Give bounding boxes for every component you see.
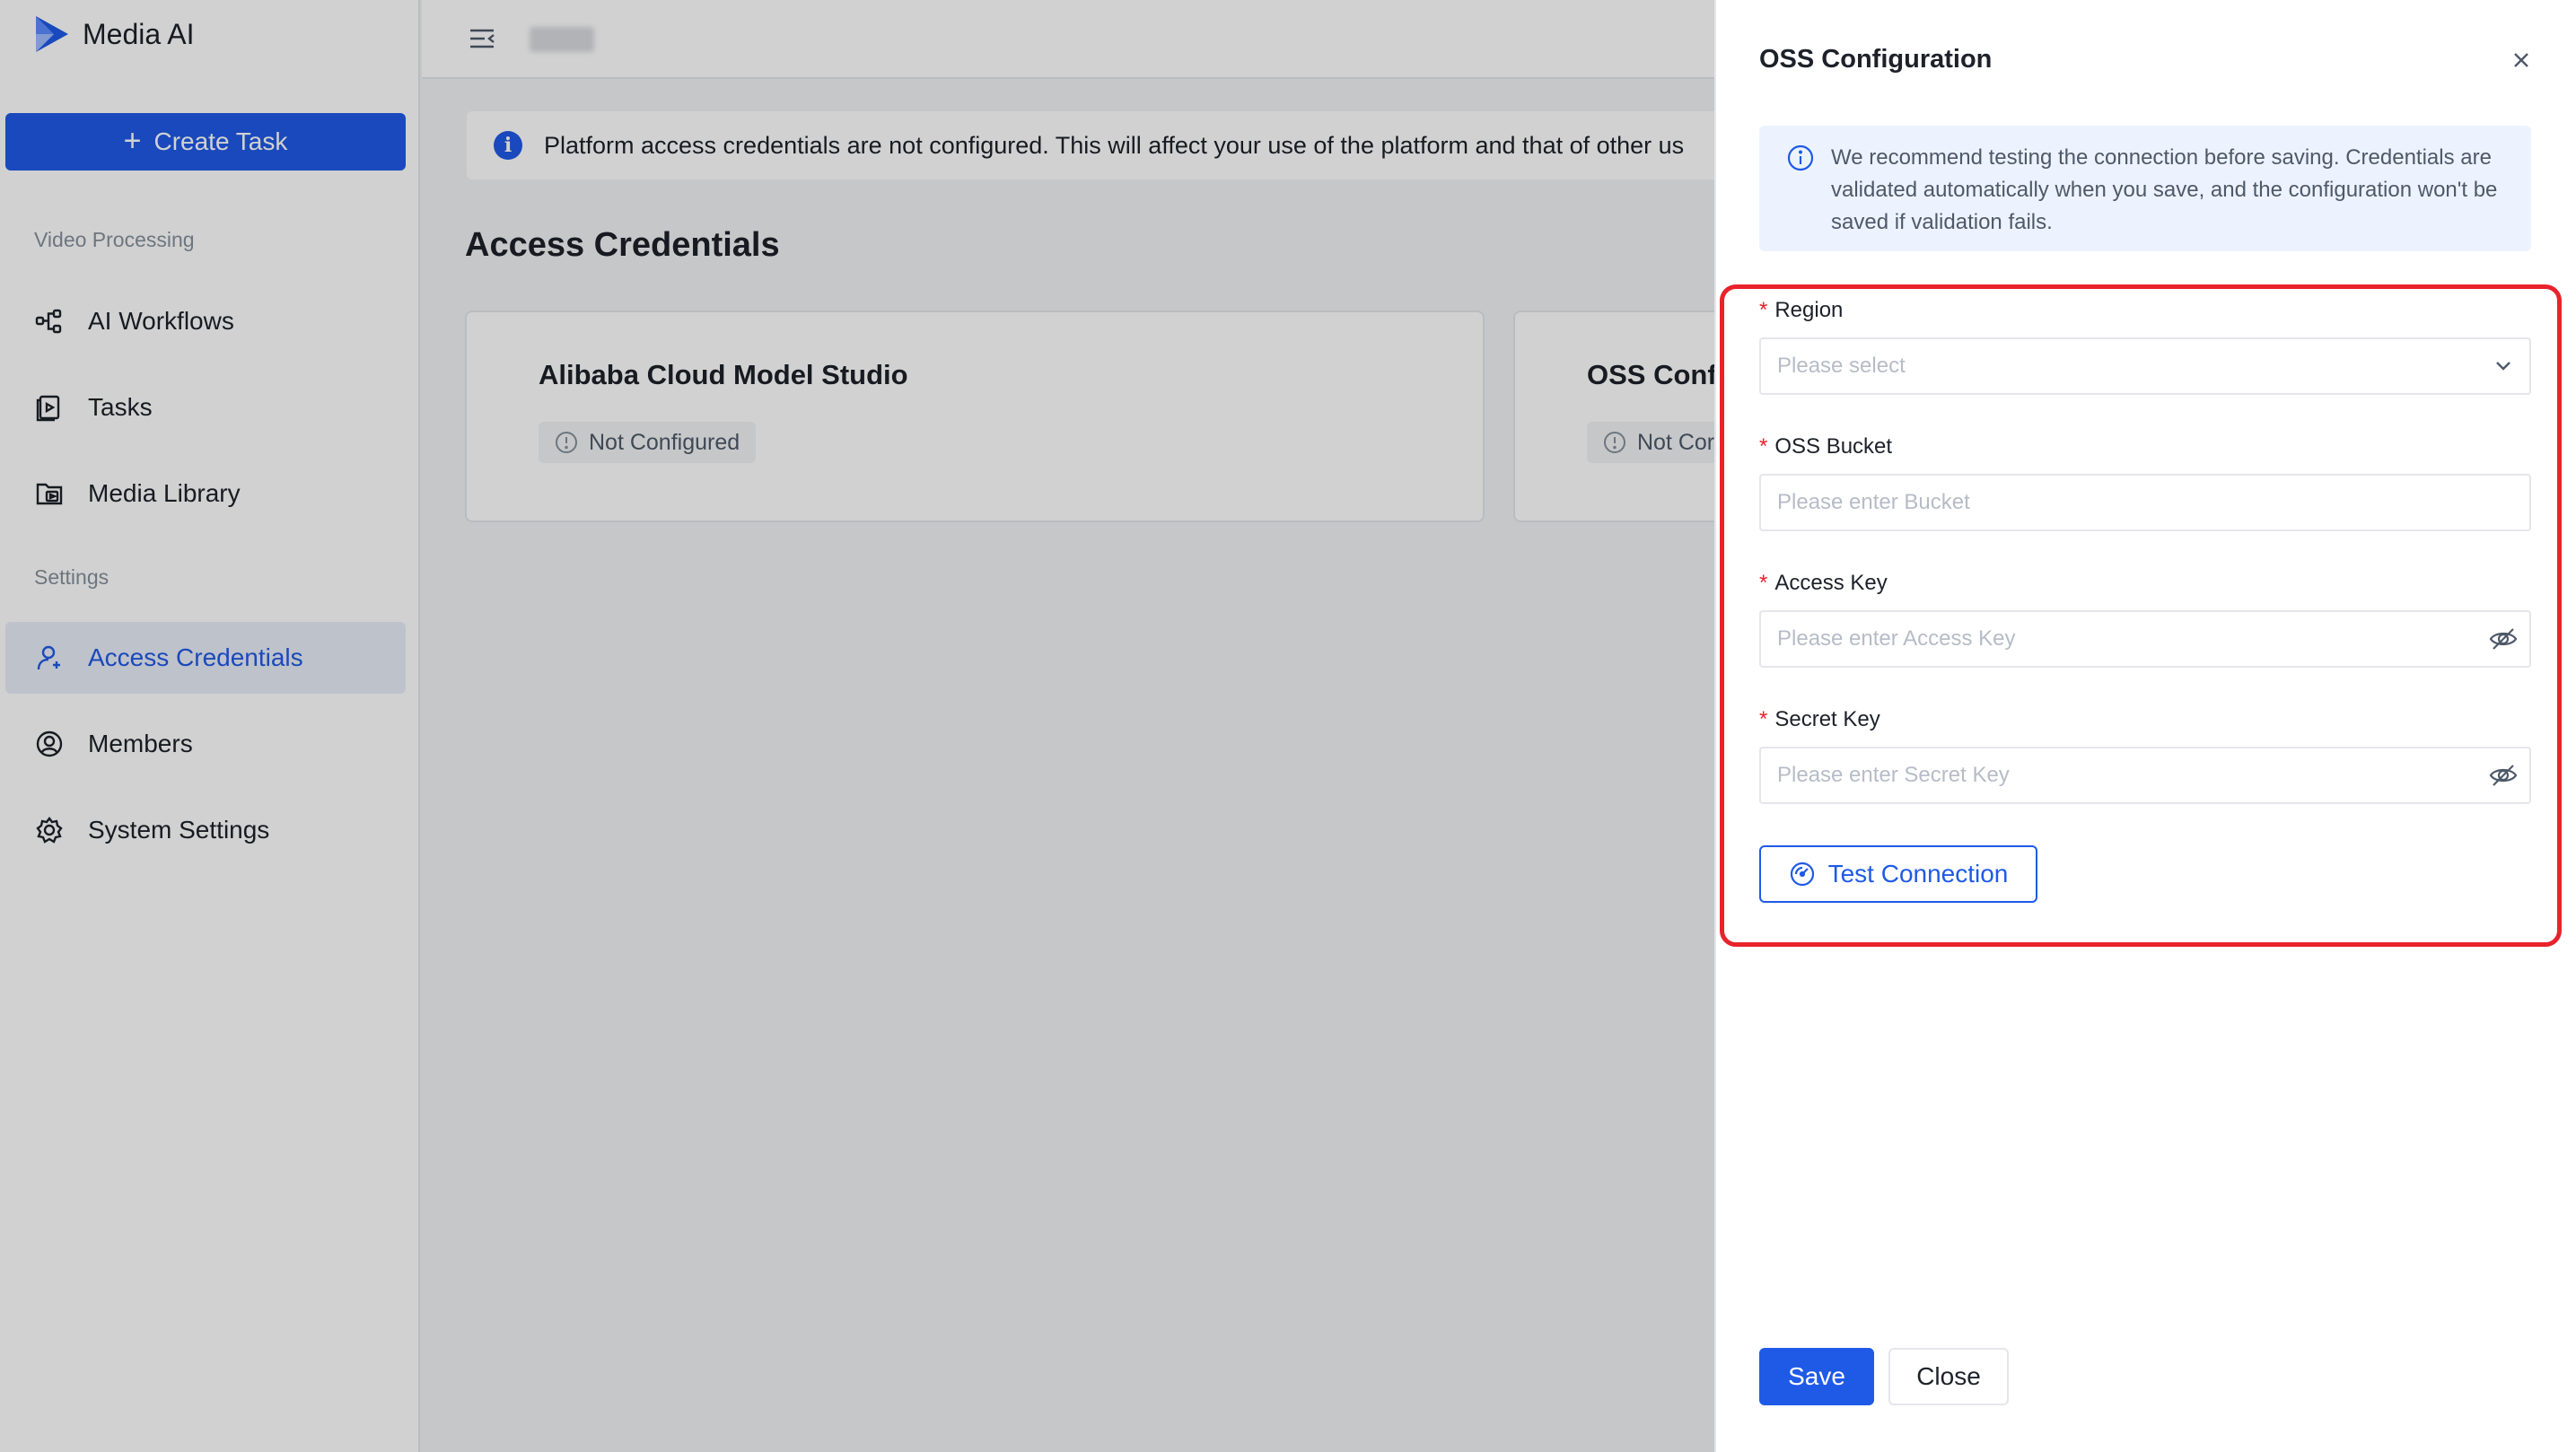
test-connection-button[interactable]: Test Connection [1759, 845, 2037, 903]
close-button[interactable]: Close [1888, 1348, 2009, 1405]
access-key-label: * Access Key [1759, 571, 1888, 595]
region-select[interactable]: Please select [1759, 337, 2531, 395]
modal-overlay[interactable] [0, 0, 1714, 1452]
required-mark: * [1759, 571, 1768, 595]
info-circle-icon [1787, 144, 1814, 171]
required-mark: * [1759, 707, 1768, 731]
notice-text: We recommend testing the connection befo… [1831, 145, 2498, 234]
oss-bucket-input[interactable] [1759, 474, 2531, 531]
access-key-input[interactable] [1759, 610, 2531, 668]
chevron-down-icon[interactable] [2488, 351, 2519, 381]
drawer-title: OSS Configuration [1759, 45, 1993, 74]
eye-hidden-icon[interactable] [2488, 624, 2519, 654]
secret-key-input[interactable] [1759, 747, 2531, 804]
required-mark: * [1759, 434, 1768, 459]
eye-hidden-icon[interactable] [2488, 760, 2519, 791]
recommendation-notice: We recommend testing the connection befo… [1759, 126, 2531, 251]
speedometer-icon [1790, 862, 1814, 887]
test-connection-label: Test Connection [1827, 860, 2009, 888]
oss-configuration-drawer: OSS Configuration We recommend testing t… [1714, 0, 2576, 1452]
region-select-placeholder: Please select [1777, 354, 1906, 378]
close-icon[interactable] [2506, 45, 2537, 75]
bucket-label: * OSS Bucket [1759, 434, 1893, 459]
required-mark: * [1759, 298, 1768, 322]
app-root: Media AI + Create Task Video Processing … [0, 0, 2576, 1452]
save-button[interactable]: Save [1759, 1348, 1874, 1405]
region-label: * Region [1759, 298, 1844, 322]
secret-key-label: * Secret Key [1759, 707, 1880, 731]
